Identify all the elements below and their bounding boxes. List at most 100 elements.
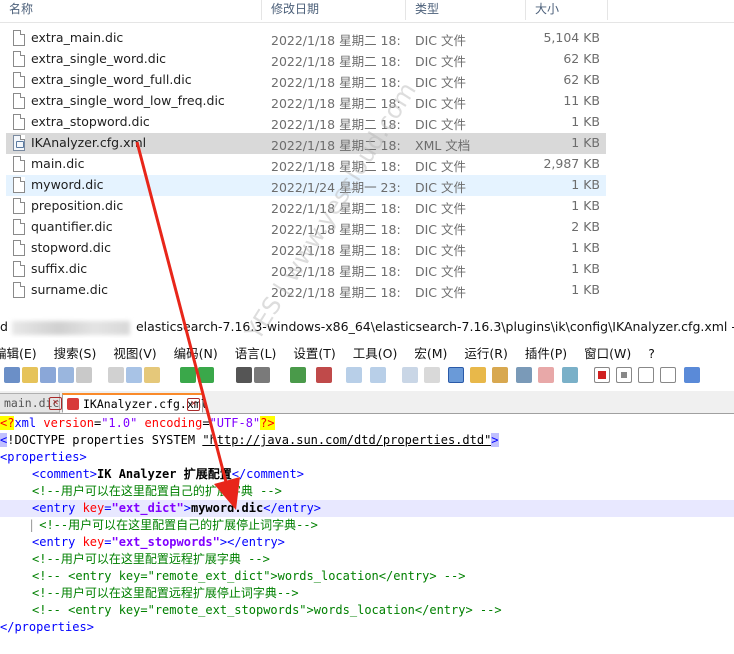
menu-encoding[interactable]: 编码(N) [174, 343, 218, 362]
menu-run[interactable]: 运行(R) [464, 343, 507, 362]
tab-ikanalyzer-cfg-xml[interactable]: IKAnalyzer.cfg.xml ✕ [62, 393, 208, 413]
zoom-in-icon[interactable] [290, 367, 306, 383]
sync-horizontal-icon[interactable] [370, 367, 386, 383]
file-modified-date: 2022/1/18 星期二 18:... [271, 201, 401, 216]
stop-macro-icon[interactable] [616, 367, 632, 383]
file-row[interactable]: extra_stopword.dic 2022/1/18 星期二 18:... DI… [6, 112, 606, 133]
code-line-1: <?xml version="1.0" encoding="UTF-8"?> [0, 416, 275, 430]
file-modified-date: 2022/1/18 星期二 18:... [271, 75, 401, 90]
file-row[interactable]: IKAnalyzer.cfg.xml 2022/1/18 星期二 18:... XM… [6, 133, 606, 154]
undo-icon[interactable] [180, 367, 196, 383]
user-language-icon[interactable] [470, 367, 486, 383]
redo-icon[interactable] [198, 367, 214, 383]
indent-guide-icon[interactable] [448, 367, 464, 383]
file-row[interactable]: extra_single_word.dic 2022/1/18 星期二 18:..… [6, 49, 606, 70]
code-editor[interactable]: <?xml version="1.0" encoding="UTF-8"?> <… [0, 415, 734, 654]
file-icon [13, 30, 25, 46]
sync-vertical-icon[interactable] [346, 367, 362, 383]
file-size: 5,104 KB [543, 30, 600, 45]
column-header-modified[interactable]: 修改日期 [262, 0, 406, 20]
menu-edit[interactable]: 编辑(E) [0, 343, 37, 362]
save-all-icon[interactable] [58, 367, 74, 383]
file-icon [13, 219, 25, 235]
file-type: DIC 文件 [415, 75, 467, 90]
file-modified-date: 2022/1/18 星期二 18:... [271, 243, 401, 258]
close-tab-icon[interactable]: ✕ [187, 398, 200, 411]
close-tab-icon[interactable]: ✕ [49, 397, 62, 410]
save-macro-icon[interactable] [684, 367, 700, 383]
file-modified-date: 2022/1/18 星期二 18:... [271, 138, 401, 153]
folder-workspace-icon[interactable] [538, 367, 554, 383]
file-size: 1 KB [571, 198, 600, 213]
menu-help[interactable]: ? [648, 346, 655, 361]
file-name: suffix.dic [31, 261, 88, 276]
file-row[interactable]: extra_single_word_full.dic 2022/1/18 星期二 … [6, 70, 606, 91]
file-name: myword.dic [31, 177, 104, 192]
file-type: DIC 文件 [415, 285, 467, 300]
print-icon[interactable] [76, 367, 92, 383]
file-row[interactable]: extra_single_word_low_freq.dic 2022/1/18 … [6, 91, 606, 112]
file-name: preposition.dic [31, 198, 124, 213]
toolbar [0, 365, 734, 387]
record-macro-icon[interactable] [594, 367, 610, 383]
file-modified-date: 2022/1/18 星期二 18:... [271, 54, 401, 69]
zoom-out-icon[interactable] [316, 367, 332, 383]
menu-language[interactable]: 语言(L) [235, 343, 277, 362]
column-header-size[interactable]: 大小 [526, 0, 608, 20]
menu-search[interactable]: 搜索(S) [54, 343, 97, 362]
column-headers: 名称 修改日期 类型 大小 [0, 0, 734, 23]
show-all-chars-icon[interactable] [424, 367, 440, 383]
open-file-icon[interactable] [22, 367, 38, 383]
file-modified-date: 2022/1/18 星期二 18:... [271, 264, 401, 279]
tab-main-dic[interactable]: main.dic ✕ [0, 393, 62, 413]
file-type: DIC 文件 [415, 54, 467, 69]
doc-map-icon[interactable] [492, 367, 508, 383]
menu-plugins[interactable]: 插件(P) [525, 343, 567, 362]
file-row[interactable]: surname.dic 2022/1/18 星期二 18:... DIC 文件 1 K… [6, 280, 606, 301]
file-size: 1 KB [571, 261, 600, 276]
menu-tools[interactable]: 工具(O) [353, 343, 398, 362]
paste-icon[interactable] [144, 367, 160, 383]
file-row[interactable]: suffix.dic 2022/1/18 星期二 18:... DIC 文件 1 KB [6, 259, 606, 280]
menu-view[interactable]: 视图(V) [113, 343, 156, 362]
notepad-plus-plus-window: d elasticsearch-7.16.3-windows-x86_64\ela… [0, 305, 734, 654]
file-icon [13, 177, 25, 193]
file-row[interactable]: stopword.dic 2022/1/18 星期二 18:... DIC 文件 1 … [6, 238, 606, 259]
code-line-12: <!-- <entry key="remote_ext_stopwords">w… [32, 603, 502, 617]
word-wrap-icon[interactable] [402, 367, 418, 383]
file-row[interactable]: main.dic 2022/1/18 星期二 18:... DIC 文件 2,987 … [6, 154, 606, 175]
code-line-2: <!DOCTYPE properties SYSTEM "http://java… [0, 433, 499, 447]
menu-macro[interactable]: 宏(M) [414, 343, 447, 362]
play-macro-icon[interactable] [638, 367, 654, 383]
replace-icon[interactable] [254, 367, 270, 383]
file-row[interactable]: extra_main.dic 2022/1/18 星期二 18:... DIC 文件… [6, 28, 606, 49]
file-type: DIC 文件 [415, 201, 467, 216]
window-title-bar: d elasticsearch-7.16.3-windows-x86_64\ela… [0, 316, 734, 338]
column-header-type[interactable]: 类型 [406, 0, 526, 20]
run-macro-multiple-icon[interactable] [660, 367, 676, 383]
file-modified-date: 2022/1/24 星期一 23:... [271, 180, 401, 195]
file-size: 2 KB [571, 219, 600, 234]
file-name: extra_main.dic [31, 30, 124, 45]
find-icon[interactable] [236, 367, 252, 383]
save-icon[interactable] [40, 367, 56, 383]
cut-icon[interactable] [108, 367, 124, 383]
copy-icon[interactable] [126, 367, 142, 383]
new-file-icon[interactable] [4, 367, 20, 383]
file-icon [13, 51, 25, 67]
code-line-10: <!-- <entry key="remote_ext_dict">words_… [32, 569, 466, 583]
file-name: extra_single_word_low_freq.dic [31, 93, 225, 108]
file-size: 1 KB [571, 240, 600, 255]
file-modified-date: 2022/1/18 星期二 18:... [271, 96, 401, 111]
file-row[interactable]: myword.dic 2022/1/24 星期一 23:... DIC 文件 1 KB [6, 175, 606, 196]
file-row[interactable]: quantifier.dic 2022/1/18 星期二 18:... DIC 文件… [6, 217, 606, 238]
monitoring-icon[interactable] [562, 367, 578, 383]
file-name: extra_single_word_full.dic [31, 72, 192, 87]
function-list-icon[interactable] [516, 367, 532, 383]
file-row[interactable]: preposition.dic 2022/1/18 星期二 18:... DIC 文… [6, 196, 606, 217]
file-size: 2,987 KB [543, 156, 600, 171]
menu-window[interactable]: 窗口(W) [584, 343, 631, 362]
menu-settings[interactable]: 设置(T) [293, 343, 335, 362]
column-header-name[interactable]: 名称 [0, 0, 262, 20]
redacted-path [11, 320, 130, 335]
